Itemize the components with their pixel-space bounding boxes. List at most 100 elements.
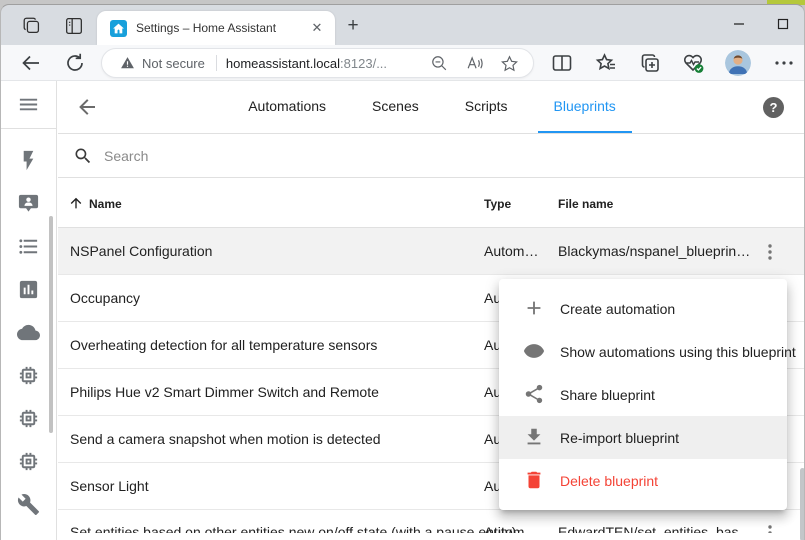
url-text[interactable]: homeassistant.local:8123/... <box>226 56 387 71</box>
sidebar-item-device-3[interactable] <box>1 440 56 483</box>
row-overflow-menu-icon[interactable] <box>758 521 782 533</box>
tab-automations[interactable]: Automations <box>232 81 342 133</box>
eye-icon <box>523 340 547 364</box>
row-name: Send a camera snapshot when motion is de… <box>70 431 381 447</box>
ha-header: Automations Scenes Scripts Blueprints ? <box>58 81 805 134</box>
search-icon <box>73 146 93 166</box>
bar-chart-box-icon <box>17 278 40 301</box>
row-overflow-menu-icon[interactable] <box>758 240 782 264</box>
address-bar[interactable]: Not secure homeassistant.local:8123/... <box>101 48 534 78</box>
tab-actions-icon[interactable] <box>63 15 85 37</box>
arrow-left-icon <box>75 95 99 119</box>
page-scrollbar[interactable] <box>800 468 805 540</box>
row-name: Occupancy <box>70 290 140 306</box>
screen: Settings – Home Assistant ✕ + <box>0 0 805 540</box>
menu-item-show-automations[interactable]: Show automations using this blueprint <box>499 330 787 373</box>
wrench-icon <box>17 493 40 516</box>
chip-icon <box>17 407 40 430</box>
menu-item-label: Show automations using this blueprint <box>560 344 796 360</box>
download-icon <box>523 426 547 450</box>
menu-item-label: Create automation <box>560 301 675 317</box>
row-name: Overheating detection for all temperatur… <box>70 337 377 353</box>
trash-icon <box>523 469 547 493</box>
row-type: Autom… <box>484 524 550 533</box>
row-name: Set entities based on other entities new… <box>70 524 516 533</box>
row-name: NSPanel Configuration <box>70 243 212 259</box>
column-header-file[interactable]: File name <box>558 197 613 211</box>
row-file: EdwardTEN/set_entities_bas… <box>558 524 754 533</box>
chip-icon <box>17 364 40 387</box>
browser-toolbar: Not secure homeassistant.local:8123/... <box>1 45 804 81</box>
tab-blueprints[interactable]: Blueprints <box>538 81 632 133</box>
ha-sidebar <box>1 81 57 540</box>
menu-item-share-blueprint[interactable]: Share blueprint <box>499 373 787 416</box>
split-screen-icon[interactable] <box>550 51 574 75</box>
menu-item-label: Re-import blueprint <box>560 430 679 446</box>
refresh-icon[interactable] <box>63 51 87 75</box>
address-separator <box>216 55 217 71</box>
tab-close-icon[interactable]: ✕ <box>309 20 325 36</box>
tab-scenes[interactable]: Scenes <box>356 81 435 133</box>
tab-scripts[interactable]: Scripts <box>449 81 524 133</box>
browser-window: Settings – Home Assistant ✕ + <box>0 4 805 540</box>
list-icon <box>17 235 40 258</box>
person-badge-icon <box>17 192 40 215</box>
menu-item-create-automation[interactable]: Create automation <box>499 287 787 330</box>
maximize-button[interactable] <box>768 11 798 37</box>
cloud-icon <box>17 321 40 344</box>
share-icon <box>523 383 547 407</box>
menu-item-label: Delete blueprint <box>560 473 658 489</box>
blueprint-context-menu: Create automation Show automations using… <box>499 279 787 510</box>
not-secure-label[interactable]: Not secure <box>142 56 205 71</box>
sidebar-item-energy[interactable] <box>1 139 56 182</box>
minimize-button[interactable] <box>724 11 754 37</box>
browser-essentials-icon[interactable] <box>681 51 705 75</box>
tab-title: Settings – Home Assistant <box>136 21 303 35</box>
sidebar-item-device-2[interactable] <box>1 397 56 440</box>
profile-avatar[interactable] <box>725 50 751 76</box>
zoom-out-icon[interactable] <box>430 54 449 73</box>
sidebar-item-cloud[interactable] <box>1 311 56 354</box>
settings-more-icon[interactable] <box>772 51 796 75</box>
menu-item-delete-blueprint[interactable]: Delete blueprint <box>499 459 787 502</box>
row-type: Autom… <box>484 243 550 259</box>
sidebar-item-logbook[interactable] <box>1 225 56 268</box>
new-tab-button[interactable]: + <box>342 15 364 37</box>
table-row[interactable]: NSPanel Configuration Autom… Blackymas/n… <box>58 228 805 275</box>
menu-item-reimport-blueprint[interactable]: Re-import blueprint <box>499 416 787 459</box>
sidebar-item-history[interactable] <box>1 268 56 311</box>
browser-tab[interactable]: Settings – Home Assistant ✕ <box>97 11 335 45</box>
sidebar-item-device-1[interactable] <box>1 354 56 397</box>
search-bar <box>58 134 805 178</box>
page-content: Automations Scenes Scripts Blueprints ? <box>1 81 805 540</box>
search-input[interactable] <box>104 148 704 164</box>
row-name: Philips Hue v2 Smart Dimmer Switch and R… <box>70 384 379 400</box>
home-assistant-favicon <box>110 20 127 37</box>
window-controls <box>724 11 798 37</box>
ha-back-button[interactable] <box>75 95 99 119</box>
table-row[interactable]: Set entities based on other entities new… <box>58 510 805 533</box>
chip-icon <box>17 450 40 473</box>
sidebar-scrollbar[interactable] <box>49 216 53 433</box>
column-header-name[interactable]: Name <box>89 197 122 211</box>
sidebar-item-assist[interactable] <box>1 182 56 225</box>
not-secure-warning-icon <box>120 56 135 70</box>
favorites-hub-icon[interactable] <box>594 51 618 75</box>
workspaces-icon[interactable] <box>21 15 43 37</box>
lightning-bolt-icon <box>17 149 40 172</box>
favorite-star-icon[interactable] <box>500 54 519 73</box>
hamburger-icon <box>17 93 40 116</box>
add-to-collections-icon[interactable] <box>638 51 662 75</box>
row-name: Sensor Light <box>70 478 149 494</box>
help-button[interactable]: ? <box>763 97 784 118</box>
column-header-type[interactable]: Type <box>484 197 511 211</box>
sidebar-item-developer-tools[interactable] <box>1 483 56 526</box>
back-icon[interactable] <box>19 51 43 75</box>
sidebar-menu-button[interactable] <box>1 81 56 129</box>
plus-icon <box>523 297 547 321</box>
menu-item-label: Share blueprint <box>560 387 655 403</box>
sort-arrow-icon[interactable] <box>68 195 84 211</box>
table-header: Name Type File name <box>58 178 805 228</box>
ha-nav-tabs: Automations Scenes Scripts Blueprints <box>232 81 632 133</box>
read-aloud-icon[interactable] <box>465 54 484 73</box>
